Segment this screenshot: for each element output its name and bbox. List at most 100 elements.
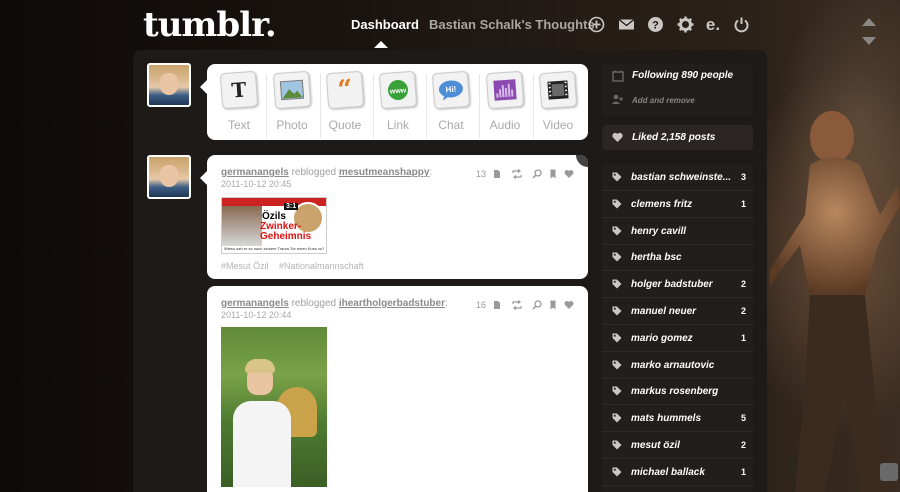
e-icon[interactable]: e.	[705, 16, 722, 33]
tracked-tag-item[interactable]: holger badstuber 2	[602, 271, 753, 299]
tracked-tag-item[interactable]: manuel neuer 2	[602, 298, 753, 325]
tracked-tag-item[interactable]: henry cavill	[602, 218, 753, 245]
post-video-button[interactable]: Video	[535, 70, 581, 140]
notes-icon[interactable]	[492, 300, 502, 310]
reblog-icon[interactable]	[512, 169, 522, 179]
tracked-tag-item[interactable]: mesut özil 2	[602, 432, 753, 459]
photo-icon	[272, 70, 312, 110]
post-header: germanangels reblogged mesutmeanshappy:	[221, 167, 433, 178]
tracked-tag-item[interactable]: mario gomez 1	[602, 325, 753, 352]
post-tag[interactable]: #Nationalmannschaft	[279, 261, 364, 271]
post-tag[interactable]: #Mesut Özil	[221, 261, 269, 271]
tag-name: manuel neuer	[631, 306, 697, 317]
search-icon[interactable]	[532, 169, 542, 179]
link-icon: www	[378, 70, 418, 110]
tag-icon	[612, 226, 622, 236]
tag-name: michael ballack	[631, 466, 705, 478]
scroll-down-arrow[interactable]	[862, 37, 876, 45]
add-user-icon	[612, 94, 623, 104]
help-icon[interactable]: ?	[647, 16, 664, 33]
user-avatar[interactable]	[147, 63, 191, 107]
add-remove-link[interactable]: Add and remove	[632, 96, 695, 105]
tracked-tag-item[interactable]: mats hummels 5	[602, 405, 753, 433]
heart-icon	[612, 132, 623, 142]
tracked-tag-item[interactable]: hertha bsc	[602, 244, 753, 272]
bookmark-icon[interactable]	[548, 169, 558, 179]
tag-new-count: 2	[740, 306, 746, 316]
tumblr-logo[interactable]: tumblr.	[143, 5, 277, 45]
chat-icon: Hi!	[431, 70, 471, 110]
tag-name: holger badstuber	[631, 279, 713, 291]
svg-text:?: ?	[652, 20, 659, 32]
post-audio-button[interactable]: Audio	[482, 70, 528, 140]
nav-blog-link[interactable]: Bastian Schalk's Thoughts	[429, 17, 595, 32]
post-header: germanangels reblogged iheartholgerbadst…	[221, 298, 448, 309]
tag-new-count: 2	[740, 279, 746, 290]
photo-shirt	[233, 401, 291, 487]
notes-icon[interactable]	[492, 169, 502, 179]
scroll-up-arrow[interactable]	[862, 18, 876, 26]
post-action-text: reblogged	[291, 298, 337, 309]
tag-name: mats hummels	[631, 413, 702, 425]
post-action-text: reblogged	[291, 167, 337, 178]
liked-count[interactable]: Liked 2,158 posts	[632, 132, 715, 143]
svg-text:www: www	[389, 87, 407, 95]
following-icon	[612, 70, 624, 82]
power-icon[interactable]	[733, 16, 750, 33]
post-author-avatar[interactable]	[147, 155, 191, 199]
post-link-button[interactable]: www Link	[375, 70, 421, 140]
post-type-bar: T Text Photo “ Quote www Link Hi! Chat A…	[200, 64, 588, 140]
svg-text:e.: e.	[706, 16, 720, 33]
notes-count[interactable]: 16	[476, 300, 486, 310]
tag-new-count: 1	[740, 332, 746, 343]
post-card-pointer	[200, 171, 207, 185]
post-quote-button[interactable]: “ Quote	[322, 70, 368, 140]
corner-badge-icon[interactable]	[880, 463, 898, 481]
following-panel[interactable]: Following 890 people Add and remove	[602, 64, 753, 116]
tracked-tag-item[interactable]: marko arnautovic	[602, 352, 753, 379]
image-subline: Wieso sah er so nach seinem Traum-Tor ei…	[224, 246, 325, 251]
post-tags: #Mesut Özil #Nationalmannschaft	[221, 261, 372, 271]
post-chat-button[interactable]: Hi! Chat	[428, 70, 474, 140]
tracked-tag-item[interactable]: michael ballack 1	[602, 459, 753, 486]
nav-dashboard-link[interactable]: Dashboard	[351, 17, 419, 32]
tag-icon	[612, 360, 622, 370]
divider	[426, 74, 427, 138]
nav-active-caret	[374, 41, 388, 48]
tracked-tag-item[interactable]: markus rosenberg	[602, 378, 753, 406]
post-image[interactable]: 3:1 Özils Zwinker- Geheimnis Wieso sah e…	[221, 197, 327, 254]
search-icon[interactable]	[532, 300, 542, 310]
divider	[373, 74, 374, 138]
following-count[interactable]: Following 890 people	[632, 70, 733, 81]
mail-icon[interactable]	[618, 16, 635, 33]
gear-icon[interactable]	[677, 16, 694, 33]
post-source-link[interactable]: iheartholgerbadstuber	[339, 298, 445, 309]
plus-icon[interactable]	[588, 16, 605, 33]
tag-new-count: 1	[740, 198, 746, 209]
tag-new-count: 3	[740, 172, 746, 182]
tracked-tags-panel: bastian schweinste... 3 clemens fritz 1 henr…	[602, 164, 753, 492]
like-heart-icon[interactable]	[564, 300, 574, 310]
tag-name: hertha bsc	[631, 252, 682, 264]
post-source-link[interactable]: mesutmeanshappy	[339, 167, 430, 178]
post-author-link[interactable]: germanangels	[221, 298, 289, 309]
tracked-tag-item[interactable]: clemens fritz 1	[602, 191, 753, 218]
post-controls: 13	[476, 168, 574, 180]
like-heart-icon[interactable]	[564, 169, 574, 179]
notes-count[interactable]: 13	[476, 169, 486, 179]
post-date[interactable]: 2011-10-12 20:45	[221, 179, 291, 189]
post-type-bar-pointer	[200, 80, 207, 94]
bookmark-icon[interactable]	[548, 300, 558, 310]
liked-panel[interactable]: Liked 2,158 posts	[602, 125, 753, 150]
post-photo[interactable]	[221, 327, 327, 487]
quote-icon: “	[325, 70, 365, 110]
tag-new-count: 1	[740, 466, 746, 477]
tag-icon	[612, 279, 622, 289]
tracked-tag-item[interactable]: bastian schweinste... 3	[602, 164, 753, 191]
tag-name: markus rosenberg	[631, 386, 719, 398]
post-author-link[interactable]: germanangels	[221, 167, 289, 178]
post-text-button[interactable]: T Text	[216, 70, 262, 140]
post-date[interactable]: 2011-10-12 20:44	[221, 310, 291, 320]
post-photo-button[interactable]: Photo	[269, 70, 315, 140]
reblog-icon[interactable]	[512, 300, 522, 310]
